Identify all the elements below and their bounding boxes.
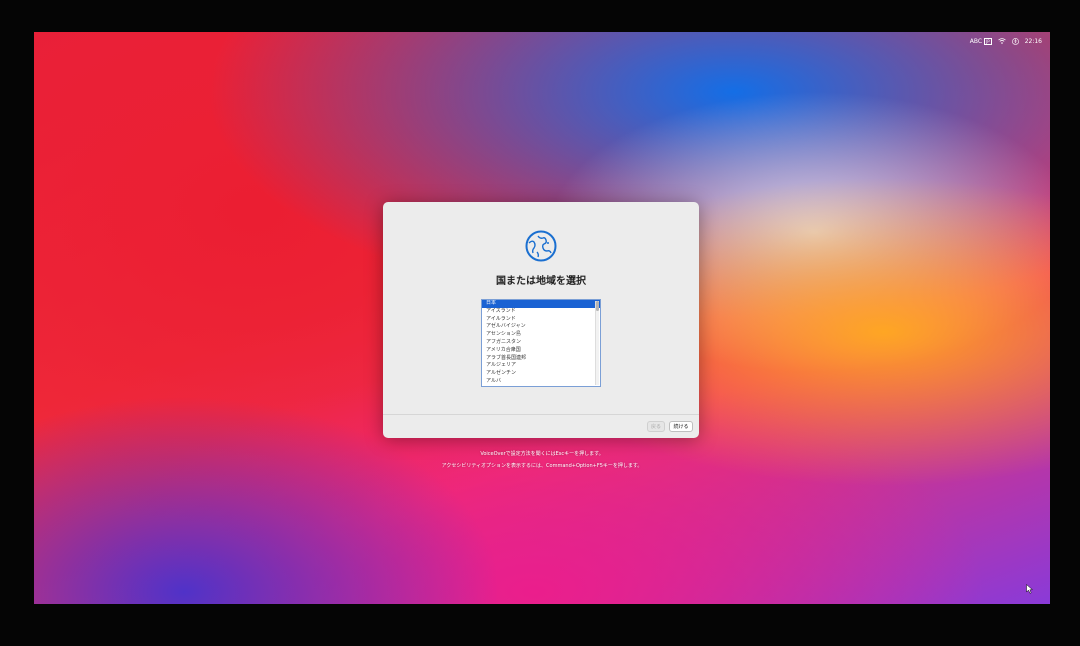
list-scrollbar[interactable]	[595, 301, 599, 385]
keyboard-icon: JP	[984, 37, 992, 45]
footer-divider	[383, 414, 699, 415]
region-list-item[interactable]: アルジェリア	[482, 362, 600, 370]
region-list[interactable]: 日本 アイスランド アイルランド アゼルバイジャン アセンション島 アフガニスタン アメリカ…	[481, 299, 601, 387]
mouse-cursor-icon	[1026, 584, 1034, 594]
voiceover-hint: VoiceOverで設定方法を聞くにはEscキーを押します。	[480, 451, 604, 457]
region-list-item[interactable]: 日本	[482, 300, 600, 308]
continue-button[interactable]: 続ける	[669, 421, 693, 432]
region-list-item[interactable]: アラブ首長国連邦	[482, 355, 600, 363]
accessibility-icon[interactable]	[1011, 37, 1019, 45]
back-button[interactable]: 戻る	[647, 421, 665, 432]
region-list-item[interactable]: アセンション島	[482, 331, 600, 339]
region-list-item[interactable]: アルバ	[482, 378, 600, 386]
dialog-title: 国または地域を選択	[496, 276, 586, 287]
region-list-item[interactable]: アイスランド	[482, 308, 600, 316]
region-list-item[interactable]: アメリカ合衆国	[482, 347, 600, 355]
desktop: ABC JP 22:16 国または地域を選択 日本 アイスランド アイルランド アゼル…	[34, 32, 1050, 604]
setup-assistant-dialog: 国または地域を選択 日本 アイスランド アイルランド アゼルバイジャン アセンション島ア…	[383, 202, 699, 438]
input-source-label: ABC	[969, 37, 983, 45]
region-list-item[interactable]: アルゼンチン	[482, 370, 600, 378]
accessibility-hint: アクセシビリティオプションを表示するには、Command+Option+F5キー…	[441, 463, 643, 469]
wifi-icon[interactable]	[997, 38, 1006, 44]
scroll-thumb[interactable]	[596, 301, 599, 311]
menubar-clock: 22:16	[1024, 37, 1042, 45]
input-source-menu[interactable]: ABC JP	[969, 37, 992, 45]
region-list-item[interactable]: アフガニスタン	[482, 339, 600, 347]
menu-bar: ABC JP 22:16	[34, 32, 1050, 50]
globe-icon	[525, 230, 557, 262]
